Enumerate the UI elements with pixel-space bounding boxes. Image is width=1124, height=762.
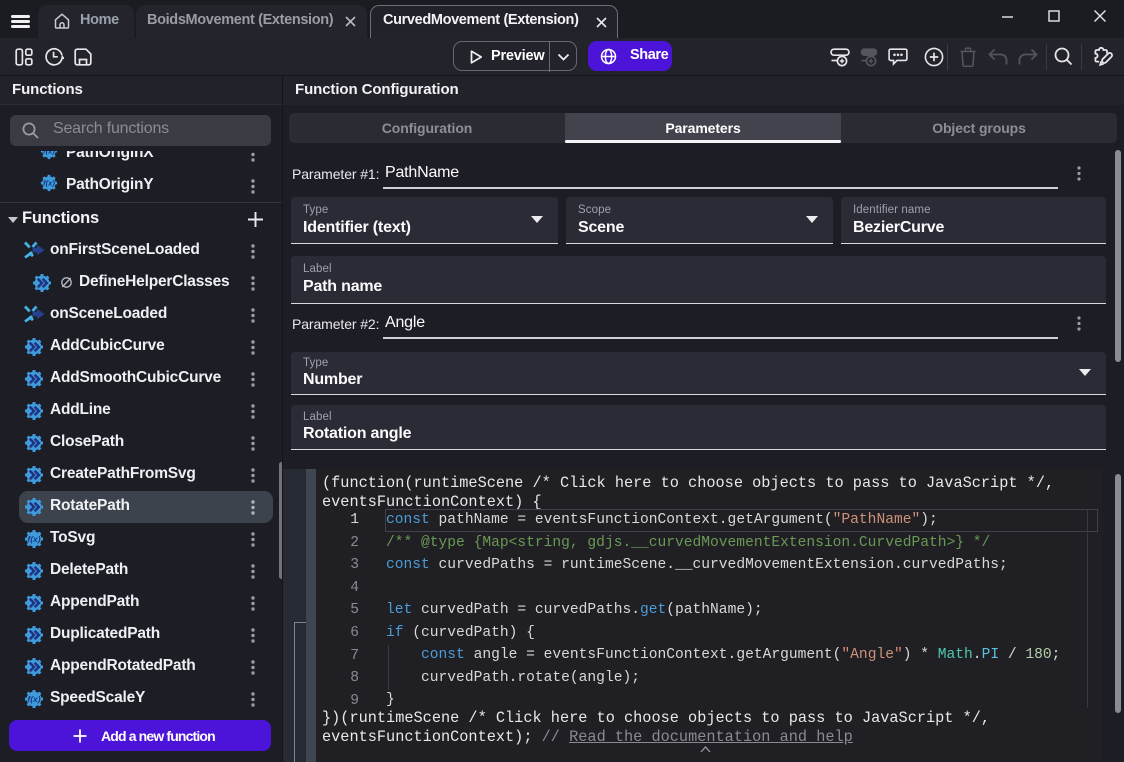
svg-text:f(x): f(x)	[27, 694, 40, 704]
svg-text:f(x): f(x)	[27, 534, 40, 544]
svg-text:f(x): f(x)	[43, 179, 55, 188]
